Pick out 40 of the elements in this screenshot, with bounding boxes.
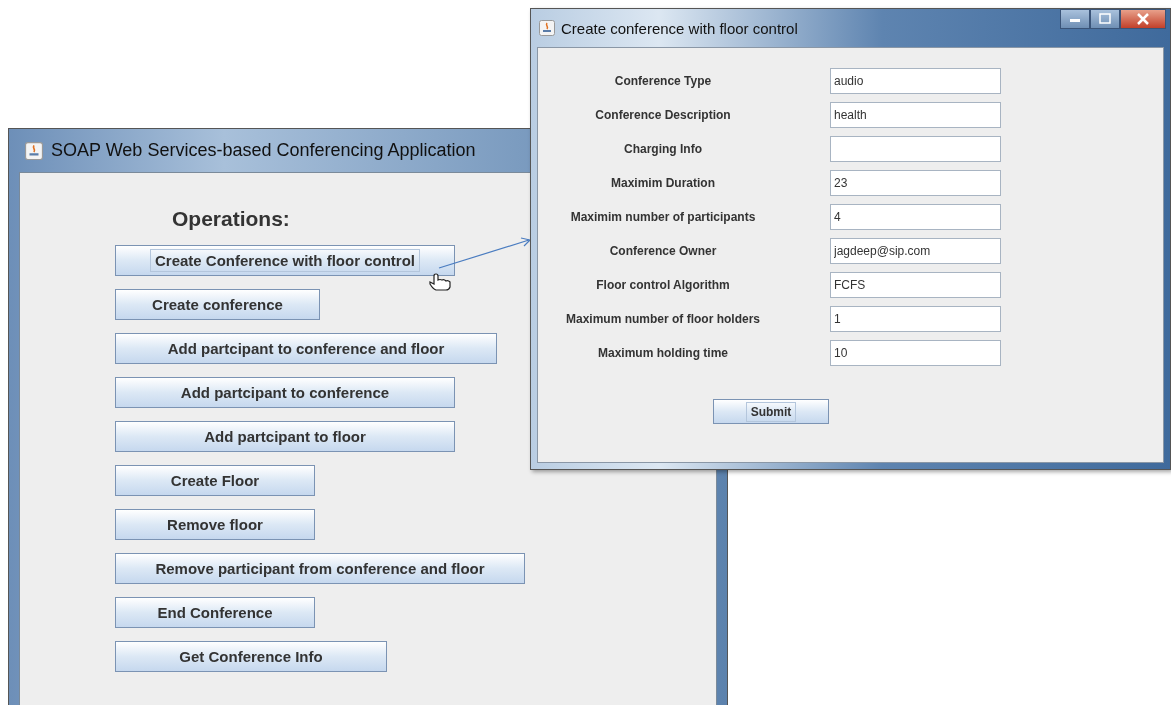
input-field[interactable]: health [830, 102, 1001, 128]
input-field[interactable]: 4 [830, 204, 1001, 230]
operation-button[interactable]: Create Floor [115, 465, 315, 496]
close-button[interactable] [1120, 9, 1166, 29]
field-label: Maximum holding time [597, 346, 729, 360]
window-title: SOAP Web Services-based Conferencing Application [51, 140, 476, 161]
hand-cursor-icon [428, 272, 454, 292]
app-icon [25, 141, 43, 160]
operation-button[interactable]: Add partcipant to conference [115, 377, 455, 408]
field-label: Maximim number of participants [569, 210, 757, 224]
operation-button[interactable]: Add partcipant to conference and floor [115, 333, 497, 364]
operations-heading: Operations: [172, 207, 290, 231]
field-label: Floor control Algorithm [595, 278, 731, 292]
input-field[interactable]: 23 [830, 170, 1001, 196]
input-field[interactable]: 10 [830, 340, 1001, 366]
input-field[interactable] [830, 136, 1001, 162]
operation-button[interactable]: Create Conference with floor control [115, 245, 455, 276]
close-icon [1135, 12, 1151, 26]
operation-button[interactable]: Remove floor [115, 509, 315, 540]
input-field[interactable]: 1 [830, 306, 1001, 332]
maximize-button[interactable] [1090, 9, 1120, 29]
field-label: Maximum number of floor holders [565, 312, 761, 326]
operation-button[interactable]: End Conference [115, 597, 315, 628]
operation-button[interactable]: Create conference [115, 289, 320, 320]
input-field[interactable]: FCFS [830, 272, 1001, 298]
maximize-icon [1098, 13, 1112, 25]
field-label: Conference Type [613, 74, 713, 88]
submit-button[interactable]: Submit [713, 399, 829, 424]
field-label: Conference Description [594, 108, 732, 122]
app-icon [539, 20, 555, 36]
input-field[interactable]: jagdeep@sip.com [830, 238, 1001, 264]
input-field[interactable]: audio [830, 68, 1001, 94]
field-label: Conference Owner [608, 244, 718, 258]
operation-button[interactable]: Add partcipant to floor [115, 421, 455, 452]
operation-button[interactable]: Remove participant from conference and floor [115, 553, 525, 584]
window-title: Create conference with floor control [561, 19, 798, 37]
field-label: Maximim Duration [610, 176, 716, 190]
operation-button[interactable]: Get Conference Info [115, 641, 387, 672]
minimize-button[interactable] [1060, 9, 1090, 29]
field-label: Charging Info [623, 142, 703, 156]
